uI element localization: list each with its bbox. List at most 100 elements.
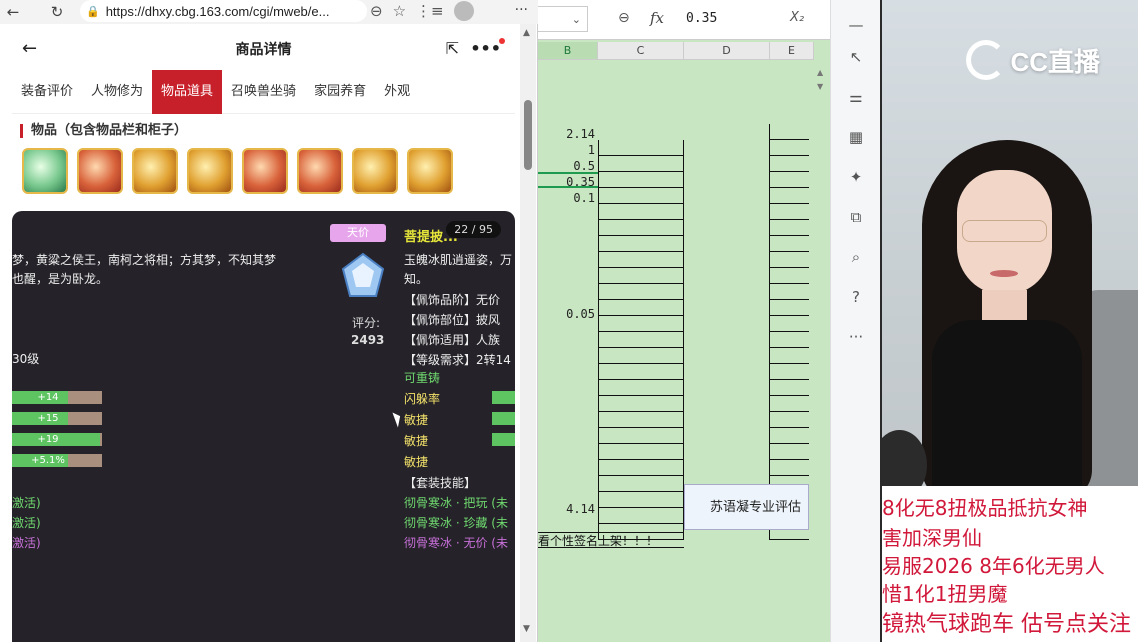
grid-cell[interactable] <box>598 508 684 524</box>
item-slot[interactable] <box>407 148 453 194</box>
grid-cell[interactable] <box>769 156 809 172</box>
item-slot[interactable] <box>352 148 398 194</box>
sheet-scroll-down-icon[interactable]: ▼ <box>817 82 823 91</box>
grid-cell[interactable] <box>598 156 684 172</box>
column-header-d[interactable]: D <box>684 42 770 60</box>
grid-cell[interactable] <box>769 364 809 380</box>
minimize-icon[interactable]: — <box>845 14 867 36</box>
zoom-icon[interactable]: ⊖ <box>370 2 383 20</box>
page-scrollbar[interactable]: ▲ ▼ <box>520 24 536 642</box>
back-icon[interactable]: ← <box>22 38 37 59</box>
help-icon[interactable]: ? <box>845 286 867 308</box>
sheet-scrollbar[interactable]: ▲ ▼ <box>814 62 828 642</box>
reload-icon[interactable]: ↻ <box>44 3 70 21</box>
grid-cell[interactable] <box>769 172 809 188</box>
item-slot[interactable] <box>297 148 343 194</box>
grid-cell[interactable] <box>769 332 809 348</box>
zoom-out-icon[interactable]: ⊖ <box>618 10 630 26</box>
grid-cell[interactable] <box>769 124 809 140</box>
tab-items[interactable]: 物品道具 <box>152 69 223 114</box>
formula-input[interactable]: 0.35 <box>686 11 717 26</box>
back-arrow-icon[interactable]: ← <box>0 3 26 21</box>
find-icon[interactable]: ⌕ <box>845 246 867 268</box>
pin-icon[interactable]: ✦ <box>845 166 867 188</box>
grid-cell[interactable] <box>598 284 684 300</box>
scroll-up-icon[interactable]: ▲ <box>523 28 530 38</box>
grid-cell[interactable] <box>598 236 684 252</box>
grid-cell[interactable] <box>769 396 809 412</box>
collections-icon[interactable]: ⋮≡ <box>416 2 444 20</box>
column-header-e[interactable]: E <box>770 42 814 60</box>
grid-cell[interactable] <box>598 348 684 364</box>
grid-cell[interactable] <box>769 268 809 284</box>
grid-cell[interactable] <box>769 252 809 268</box>
grid-cell[interactable] <box>769 300 809 316</box>
grid-cell[interactable] <box>598 492 684 508</box>
grid-cell[interactable] <box>769 204 809 220</box>
grid-cell[interactable] <box>769 236 809 252</box>
cell-value[interactable]: 0.5 <box>538 159 595 173</box>
grid-cell[interactable] <box>769 444 809 460</box>
select-pointer-icon[interactable]: ↖ <box>845 46 867 68</box>
name-box-dropdown[interactable]: ⌄ <box>538 6 588 32</box>
cell-value[interactable]: 0.35 <box>538 175 595 189</box>
grid-cell[interactable] <box>598 412 684 428</box>
image-edit-icon[interactable]: ⧉ <box>845 206 867 228</box>
grid-cell[interactable] <box>769 140 809 156</box>
grid-cell[interactable] <box>769 460 809 476</box>
grid-cell[interactable] <box>598 444 684 460</box>
grid-cell[interactable] <box>598 268 684 284</box>
adjust-icon[interactable]: ⚌ <box>845 86 867 108</box>
more-menu-icon[interactable]: ••• <box>470 39 501 58</box>
grid-cell[interactable] <box>598 476 684 492</box>
cell-value[interactable]: 2.14 <box>538 127 595 141</box>
grid-cell[interactable] <box>598 204 684 220</box>
grid-cell[interactable] <box>769 348 809 364</box>
item-slot[interactable] <box>132 148 178 194</box>
item-slot[interactable] <box>77 148 123 194</box>
grid-cell[interactable] <box>598 140 684 156</box>
cell-value[interactable]: 1 <box>538 143 595 157</box>
grid-cell[interactable] <box>769 220 809 236</box>
tab-equipment-rating[interactable]: 装备评价 <box>12 70 82 114</box>
grid-cell[interactable] <box>598 428 684 444</box>
grid-cell[interactable] <box>598 300 684 316</box>
fx-icon[interactable]: fx <box>650 9 664 27</box>
grid-cell[interactable] <box>769 316 809 332</box>
cell-value[interactable]: 4.14 <box>538 502 595 516</box>
grid-cell[interactable] <box>769 284 809 300</box>
cell-value[interactable]: 0.05 <box>538 307 595 321</box>
grid-cell[interactable] <box>598 396 684 412</box>
sheet-scroll-up-icon[interactable]: ▲ <box>817 68 823 77</box>
more-icon[interactable]: ··· <box>845 326 867 348</box>
grid-cell[interactable] <box>598 380 684 396</box>
share-icon[interactable]: ⇱ <box>446 39 459 58</box>
grid-cell[interactable] <box>598 460 684 476</box>
grid-cell[interactable] <box>598 332 684 348</box>
column-header-c[interactable]: C <box>598 42 684 60</box>
cell-value[interactable]: 0.1 <box>538 191 595 205</box>
tab-appearance[interactable]: 外观 <box>375 70 419 114</box>
scroll-thumb[interactable] <box>524 100 532 170</box>
grid-cell[interactable] <box>598 316 684 332</box>
grid-cell[interactable] <box>598 188 684 204</box>
grid-cell[interactable] <box>769 412 809 428</box>
url-field[interactable]: 🔒 https://dhxy.cbg.163.com/cgi/mweb/e... <box>80 0 367 22</box>
grid-cell[interactable] <box>598 252 684 268</box>
browser-menu-icon[interactable]: ··· <box>515 2 528 18</box>
item-slot[interactable] <box>187 148 233 194</box>
grid-cell[interactable] <box>769 380 809 396</box>
grid-cell[interactable] <box>598 220 684 236</box>
subscript-icon[interactable]: X₂ <box>790 10 804 25</box>
evaluation-text-box[interactable]: 苏语凝专业评估 <box>684 484 809 530</box>
tab-home[interactable]: 家园养育 <box>305 70 375 114</box>
tab-summons-mounts[interactable]: 召唤兽坐骑 <box>222 70 305 114</box>
table-icon[interactable]: ▦ <box>845 126 867 148</box>
item-slot[interactable] <box>22 148 68 194</box>
site-info-icon[interactable]: 🔒 <box>86 5 100 18</box>
column-header-b[interactable]: B <box>538 42 598 60</box>
item-slot[interactable] <box>242 148 288 194</box>
favorite-star-icon[interactable]: ☆ <box>393 2 406 20</box>
scroll-down-icon[interactable]: ▼ <box>523 624 530 634</box>
grid-cell[interactable] <box>769 188 809 204</box>
